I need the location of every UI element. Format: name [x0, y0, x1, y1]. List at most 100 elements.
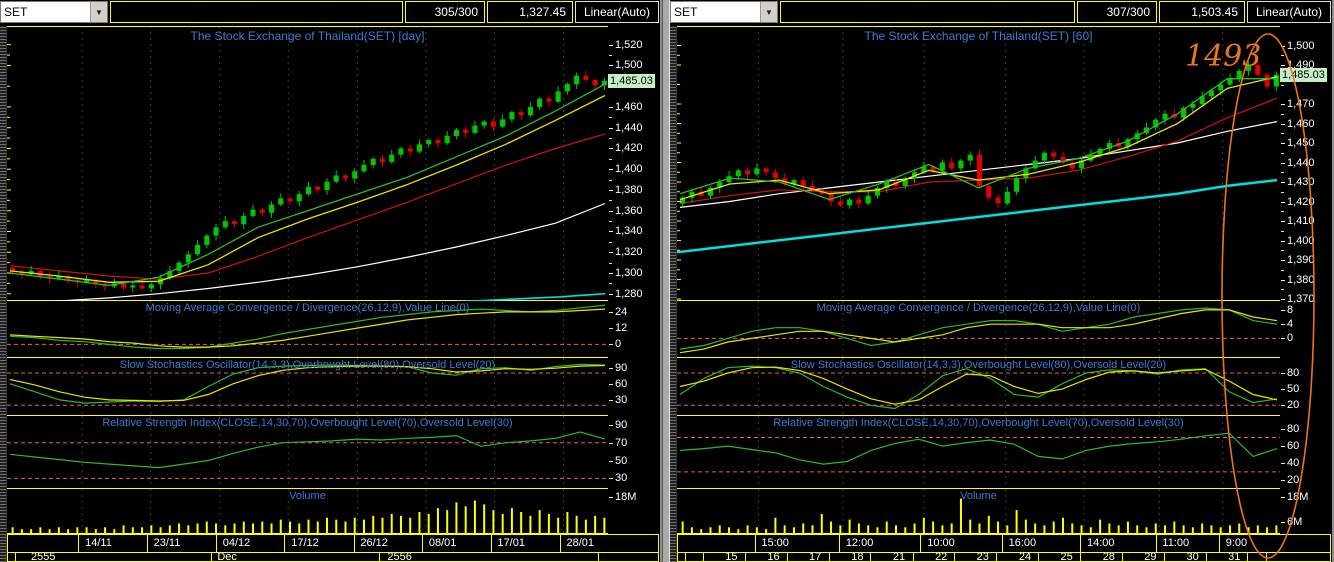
axis-minor-tick	[609, 158, 612, 160]
axis-tick-label: 1,420	[1287, 195, 1315, 208]
axis-tick	[609, 210, 613, 212]
period-axis-label: 31	[1228, 553, 1241, 562]
time-axis[interactable]: 14/11 23/11 04/12 17/12 26/12 08/01 17/01 28/01	[0, 534, 660, 553]
axis-separator	[870, 553, 872, 561]
period-axis-label: 2555	[31, 553, 56, 562]
time-axis-label: 11:00	[1162, 537, 1190, 549]
time-axis-box: 15:00 12:00 10:00 16:00 14:00 11:00 9:00	[677, 534, 1331, 553]
axis-separator	[422, 535, 424, 552]
axis-tick-label: 1,500	[1287, 39, 1315, 52]
axis-tick	[609, 44, 613, 46]
axis-tick-label: 18M	[1287, 491, 1309, 504]
axis-separator	[954, 553, 956, 561]
axis-tick	[1281, 221, 1285, 223]
symbol-combobox[interactable]: SET ▼	[670, 1, 778, 23]
axis-tick-label: 1,450	[1287, 137, 1315, 150]
scale-mode-button[interactable]: Linear(Auto)	[1247, 1, 1331, 23]
stoch-axis: 80 50 20	[1280, 358, 1334, 416]
period-axis-label: 2556	[387, 553, 412, 562]
time-axis[interactable]: 15:00 12:00 10:00 16:00 14:00 11:00 9:00	[670, 534, 1332, 553]
rsi-axis: 90 70 50 30	[608, 416, 662, 489]
axis-tick-label: 24	[615, 305, 628, 318]
axis-minor-tick	[1281, 191, 1284, 193]
axis-tick	[1281, 405, 1285, 407]
axis-tick	[1281, 143, 1285, 145]
axis-tick-label: 0	[1287, 332, 1294, 345]
time-axis-label: 12:00	[845, 537, 874, 549]
main-axis: 1,500 1,490 1,470 1,460 1,450 1,440 1,430 1,420…	[1280, 26, 1334, 305]
axis-tick	[1281, 240, 1285, 242]
axis-tick	[1281, 338, 1285, 340]
axis-tick	[609, 424, 613, 426]
axis-minor-tick	[609, 200, 612, 202]
chevron-down-icon[interactable]: ▼	[760, 2, 777, 22]
axis-separator	[996, 553, 998, 561]
axis-tick	[609, 344, 613, 346]
period-axis-label: 18	[851, 553, 864, 562]
period-axis-label: 16	[767, 553, 780, 562]
period-axis[interactable]: 15 16 17 18 21 22 23 24 25 28 29 30 31	[670, 553, 1332, 562]
axis-tick-label: 60	[615, 377, 628, 390]
axis-minor-tick	[609, 117, 612, 119]
chart-window-60min: SET ▼ 307/300 1,503.45 Linear(Auto) 1,50…	[670, 0, 1334, 562]
macd-axis: 24 12 0	[608, 301, 662, 358]
macd-axis: 8 40	[1280, 301, 1334, 358]
axis-tick-label: 90	[615, 418, 628, 431]
axis-tick-label: 1,470	[1287, 98, 1315, 110]
rsi-axis: 80 60 40 20	[1280, 416, 1334, 489]
axis-tick-label: 1,340	[615, 225, 643, 238]
axis-tick	[1281, 446, 1285, 448]
axis-separator	[78, 535, 80, 552]
axis-minor-tick	[1281, 289, 1284, 291]
symbol-value: SET	[4, 5, 28, 19]
main-plot[interactable]	[677, 26, 1280, 301]
axis-tick-label: 1,380	[1287, 273, 1315, 286]
axis-tick-label: 1,280	[615, 287, 643, 300]
macd-label: Moving Average Convergence / Divergence(…	[145, 302, 470, 314]
axis-tick-label: 1,440	[1287, 156, 1315, 169]
axis-minor-tick	[609, 262, 612, 264]
scale-mode-button[interactable]: Linear(Auto)	[575, 1, 659, 23]
volume-label: Volume	[960, 490, 997, 502]
symbol-combobox[interactable]: SET ▼	[0, 1, 108, 23]
axis-separator	[1155, 535, 1157, 552]
time-axis-label: 04/12	[222, 537, 251, 549]
axis-tick	[1281, 45, 1285, 47]
stoch-label: Slow Stochastics Oscillator(14,3,3),Over…	[790, 359, 1167, 371]
axis-separator	[754, 535, 756, 552]
axis-tick-label: 6M	[1287, 515, 1303, 528]
chart-window-daily: SET ▼ 305/300 1,327.45 Linear(Auto) 1,52…	[0, 0, 662, 562]
axis-minor-tick	[609, 241, 612, 243]
axis-minor-tick	[1281, 113, 1284, 115]
axis-separator	[215, 535, 217, 552]
axis-separator	[744, 553, 746, 561]
axis-tick	[1281, 260, 1285, 262]
axis-separator	[1121, 553, 1123, 561]
axis-tick	[1281, 182, 1285, 184]
axis-separator	[284, 535, 286, 552]
axis-tick	[1281, 65, 1285, 66]
last-price-tag: 1,485.03	[608, 73, 655, 88]
rsi-label: Relative Strength Index(CLOSE,14,30,70),…	[102, 417, 513, 429]
axis-separator	[1205, 553, 1207, 561]
window-divider[interactable]	[662, 0, 670, 562]
time-axis-label: 10:00	[927, 537, 955, 549]
chevron-down-icon[interactable]: ▼	[90, 2, 107, 22]
axis-minor-tick	[1281, 152, 1284, 154]
axis-tick	[1281, 123, 1285, 125]
toolbar-empty-field	[780, 1, 1075, 23]
axis-minor-tick	[609, 179, 612, 181]
main-plot[interactable]	[7, 26, 608, 301]
axis-separator	[146, 535, 148, 552]
main-axis: 1,520 1,500 1,460 1,440 1,420 1,400 1,380 1,360…	[608, 26, 662, 301]
time-axis-label: 08/01	[428, 537, 457, 549]
axis-tick	[609, 272, 613, 274]
period-axis[interactable]: 2555 Dec 2556	[0, 553, 660, 562]
volume-axis: 18M	[608, 489, 662, 534]
time-axis-label: 14/11	[85, 537, 112, 549]
axis-tick	[609, 497, 613, 499]
axis-separator	[1247, 553, 1249, 561]
axis-tick-label: 4	[1287, 318, 1294, 331]
axis-tick	[1281, 497, 1285, 499]
axis-tick	[609, 328, 613, 330]
